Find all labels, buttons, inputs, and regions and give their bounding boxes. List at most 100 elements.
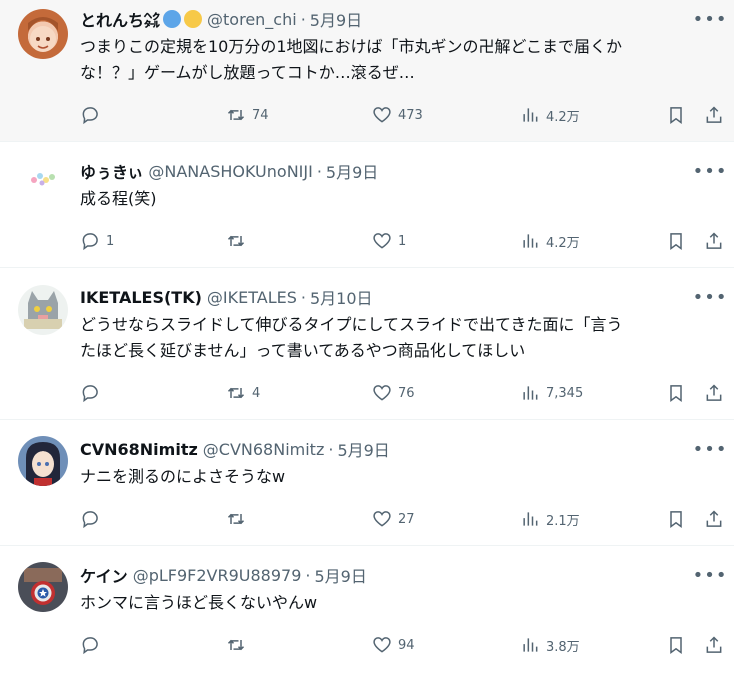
heart-icon [373,233,391,249]
tweet-date[interactable]: 5月9日 [337,437,389,461]
reply-icon [82,637,98,655]
more-dots-icon[interactable]: ••• [693,9,727,30]
user-handle[interactable]: @pLF9F2VR9U88979 [133,566,302,585]
more-dots-icon[interactable]: ••• [693,287,727,308]
share-icon [706,106,722,123]
retweet-button[interactable]: 74 [226,103,269,127]
bookmark-icon [670,637,682,654]
retweet-button[interactable] [226,507,252,531]
reply-button[interactable] [80,507,106,531]
avatar[interactable] [18,152,68,202]
bookmark-icon [670,107,682,124]
tweet-item[interactable]: IKETALES(TK) @IKETALES · 5月10日 ••• どうせなら… [0,268,734,420]
avatar[interactable] [18,9,68,59]
action-bar: 1 1 4.2万 [80,229,730,253]
avatar-image [28,17,58,52]
share-icon [706,384,722,401]
tweet-text-line: どうせならスライドして伸びるタイプにしてスライドで出てきた面に「言う [80,315,623,334]
views-button[interactable]: 7,345 [520,381,583,405]
separator-dot: · [300,287,306,307]
tweet-date[interactable]: 5月9日 [314,563,366,587]
share-button[interactable] [704,381,724,405]
bookmark-button[interactable] [666,633,686,657]
separator-dot: · [328,439,334,459]
views-button[interactable]: 4.2万 [520,229,580,253]
heart-icon [373,385,391,401]
views-chart-icon [523,234,538,248]
views-chart-icon [523,512,538,526]
heart-icon [373,637,391,653]
tweet-text-line: ホンマに言うほど長くないやんw [80,593,318,612]
share-button[interactable] [704,103,724,127]
tweet-item[interactable]: ケイン @pLF9F2VR9U88979 · 5月9日 ••• ホンマに言うほど… [0,546,734,681]
reply-button[interactable]: 1 [80,229,114,253]
display-name[interactable]: ケイン [80,563,128,587]
heart-icon [373,511,391,527]
reply-button[interactable] [80,633,106,657]
tweet-text: ホンマに言うほど長くないやんw [80,590,720,616]
bookmark-button[interactable] [666,229,686,253]
like-button[interactable]: 473 [372,103,423,127]
tweet-header: ケイン @pLF9F2VR9U88979 · 5月9日 [80,563,367,587]
user-handle[interactable]: @toren_chi [207,10,297,29]
user-handle[interactable]: @IKETALES [207,288,297,307]
avatar-image [24,568,62,605]
views-button[interactable]: 4.2万 [520,103,580,127]
retweet-icon [227,109,245,121]
bookmark-button[interactable] [666,381,686,405]
bookmark-button[interactable] [666,103,686,127]
tweet-item[interactable]: とれんち ㌶ @toren_chi · 5月9日 ••• つまりこの定規を10万… [0,0,734,142]
display-name[interactable]: CVN68Nimitz [80,440,198,459]
views-button[interactable]: 2.1万 [520,507,580,531]
display-name[interactable]: IKETALES(TK) [80,288,202,307]
like-button[interactable]: 1 [372,229,406,253]
tweet-date[interactable]: 5月9日 [310,7,362,31]
tweet-text: ナニを測るのによさそうなw [80,464,720,490]
like-button[interactable]: 27 [372,507,415,531]
reply-icon [82,511,98,529]
retweet-button[interactable] [226,633,252,657]
avatar[interactable] [18,285,68,335]
action-bar: 4 76 7,345 [80,381,730,405]
action-bar: 74 473 4.2万 [80,103,730,127]
bookmark-icon [670,233,682,250]
reply-icon [82,385,98,403]
views-chart-icon [523,108,538,122]
bookmark-button[interactable] [666,507,686,531]
display-name[interactable]: ゆぅきぃ [80,159,143,183]
retweet-icon [227,639,245,651]
display-name[interactable]: とれんち [80,7,144,31]
more-dots-icon[interactable]: ••• [693,161,727,182]
avatar[interactable] [18,562,68,612]
views-button[interactable]: 3.8万 [520,633,580,657]
user-handle[interactable]: @CVN68Nimitz [203,440,325,459]
reply-icon [82,107,98,125]
more-dots-icon[interactable]: ••• [693,439,727,460]
share-button[interactable] [704,507,724,531]
retweet-button[interactable]: 4 [226,381,260,405]
retweet-icon [227,235,245,247]
like-button[interactable]: 76 [372,381,415,405]
tweet-date[interactable]: 5月9日 [326,159,378,183]
tweet-text-line: たほど長く延びません」って書いてあるやつ商品化してほしい [80,341,526,360]
reply-button[interactable] [80,103,106,127]
user-handle[interactable]: @NANASHOKUnoNIJI [148,162,312,181]
action-bar: 27 2.1万 [80,507,730,531]
avatar[interactable] [18,436,68,486]
tweet-date[interactable]: 5月10日 [310,285,373,309]
share-icon [706,510,722,527]
tweet-text-line: 成る程(笑) [80,189,157,208]
tweet-header: CVN68Nimitz @CVN68Nimitz · 5月9日 [80,437,390,461]
retweet-button[interactable] [226,229,252,253]
tweet-text: つまりこの定規を10万分の1地図におけば「市丸ギンの卍解どこまで届くか な！？」… [80,34,720,86]
blue-heart-icon [163,10,182,28]
reply-button[interactable] [80,381,106,405]
share-button[interactable] [704,633,724,657]
tweet-item[interactable]: CVN68Nimitz @CVN68Nimitz · 5月9日 ••• ナニを測… [0,420,734,546]
tweet-item[interactable]: ゆぅきぃ @NANASHOKUnoNIJI · 5月9日 ••• 成る程(笑) … [0,142,734,268]
tweet-text: どうせならスライドして伸びるタイプにしてスライドで出てきた面に「言う たほど長く… [80,312,720,364]
like-button[interactable]: 94 [372,633,415,657]
share-button[interactable] [704,229,724,253]
more-dots-icon[interactable]: ••• [693,565,727,586]
tweet-header: とれんち ㌶ @toren_chi · 5月9日 [80,7,362,31]
